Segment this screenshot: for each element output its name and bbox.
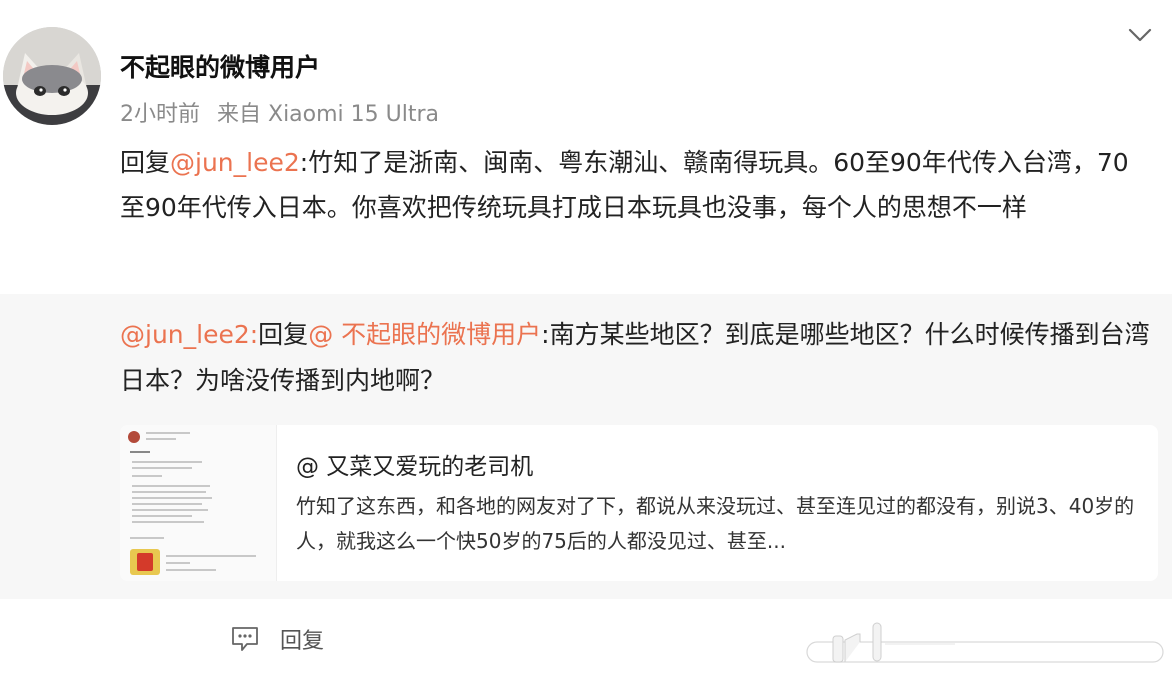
- quoted-text: @jun_lee2:回复@ 不起眼的微博用户:南方某些地区？到底是哪些地区？什么…: [120, 312, 1160, 404]
- quoted-reply-prefix: 回复: [258, 320, 309, 349]
- comment-text: 回复@jun_lee2:竹知了是浙南、闽南、粤东潮汕、赣南得玩具。60至90年代…: [120, 140, 1140, 230]
- chevron-down-icon[interactable]: [1126, 24, 1154, 46]
- link-card[interactable]: @ 又菜又爱玩的老司机 竹知了这东西，和各地的网友对了下，都说从来没玩过、甚至连…: [120, 425, 1158, 581]
- post-time: 2小时前: [120, 102, 200, 127]
- avatar[interactable]: [3, 27, 101, 125]
- comment-icon: [232, 627, 258, 651]
- thumbs-up-icon[interactable]: [805, 620, 1165, 664]
- quoted-reply-mention[interactable]: @ 不起眼的微博用户: [308, 320, 541, 349]
- post-source: 来自 Xiaomi 15 Ultra: [217, 102, 440, 127]
- weibo-comment-page: 不起眼的微博用户 2小时前 来自 Xiaomi 15 Ultra 回复@jun_…: [0, 0, 1172, 677]
- cat-avatar-image: [3, 27, 101, 125]
- card-thumbnail: [120, 425, 277, 581]
- card-description: 竹知了这东西，和各地的网友对了下，都说从来没玩过、甚至连见过的都没有，别说3、4…: [296, 494, 1135, 553]
- reply-prefix: 回复: [120, 148, 171, 177]
- reply-label: 回复: [280, 629, 325, 654]
- username[interactable]: 不起眼的微博用户: [120, 48, 320, 84]
- post-meta: 2小时前 来自 Xiaomi 15 Ultra: [120, 96, 439, 128]
- quoted-author-mention[interactable]: @jun_lee2:: [120, 320, 258, 349]
- quoted-comment[interactable]: @jun_lee2:回复@ 不起眼的微博用户:南方某些地区？到底是哪些地区？什么…: [0, 294, 1172, 599]
- reply-button[interactable]: 回复: [230, 622, 324, 656]
- mention-link[interactable]: @jun_lee2: [170, 148, 300, 177]
- card-title: @ 又菜又爱玩的老司机: [296, 454, 534, 480]
